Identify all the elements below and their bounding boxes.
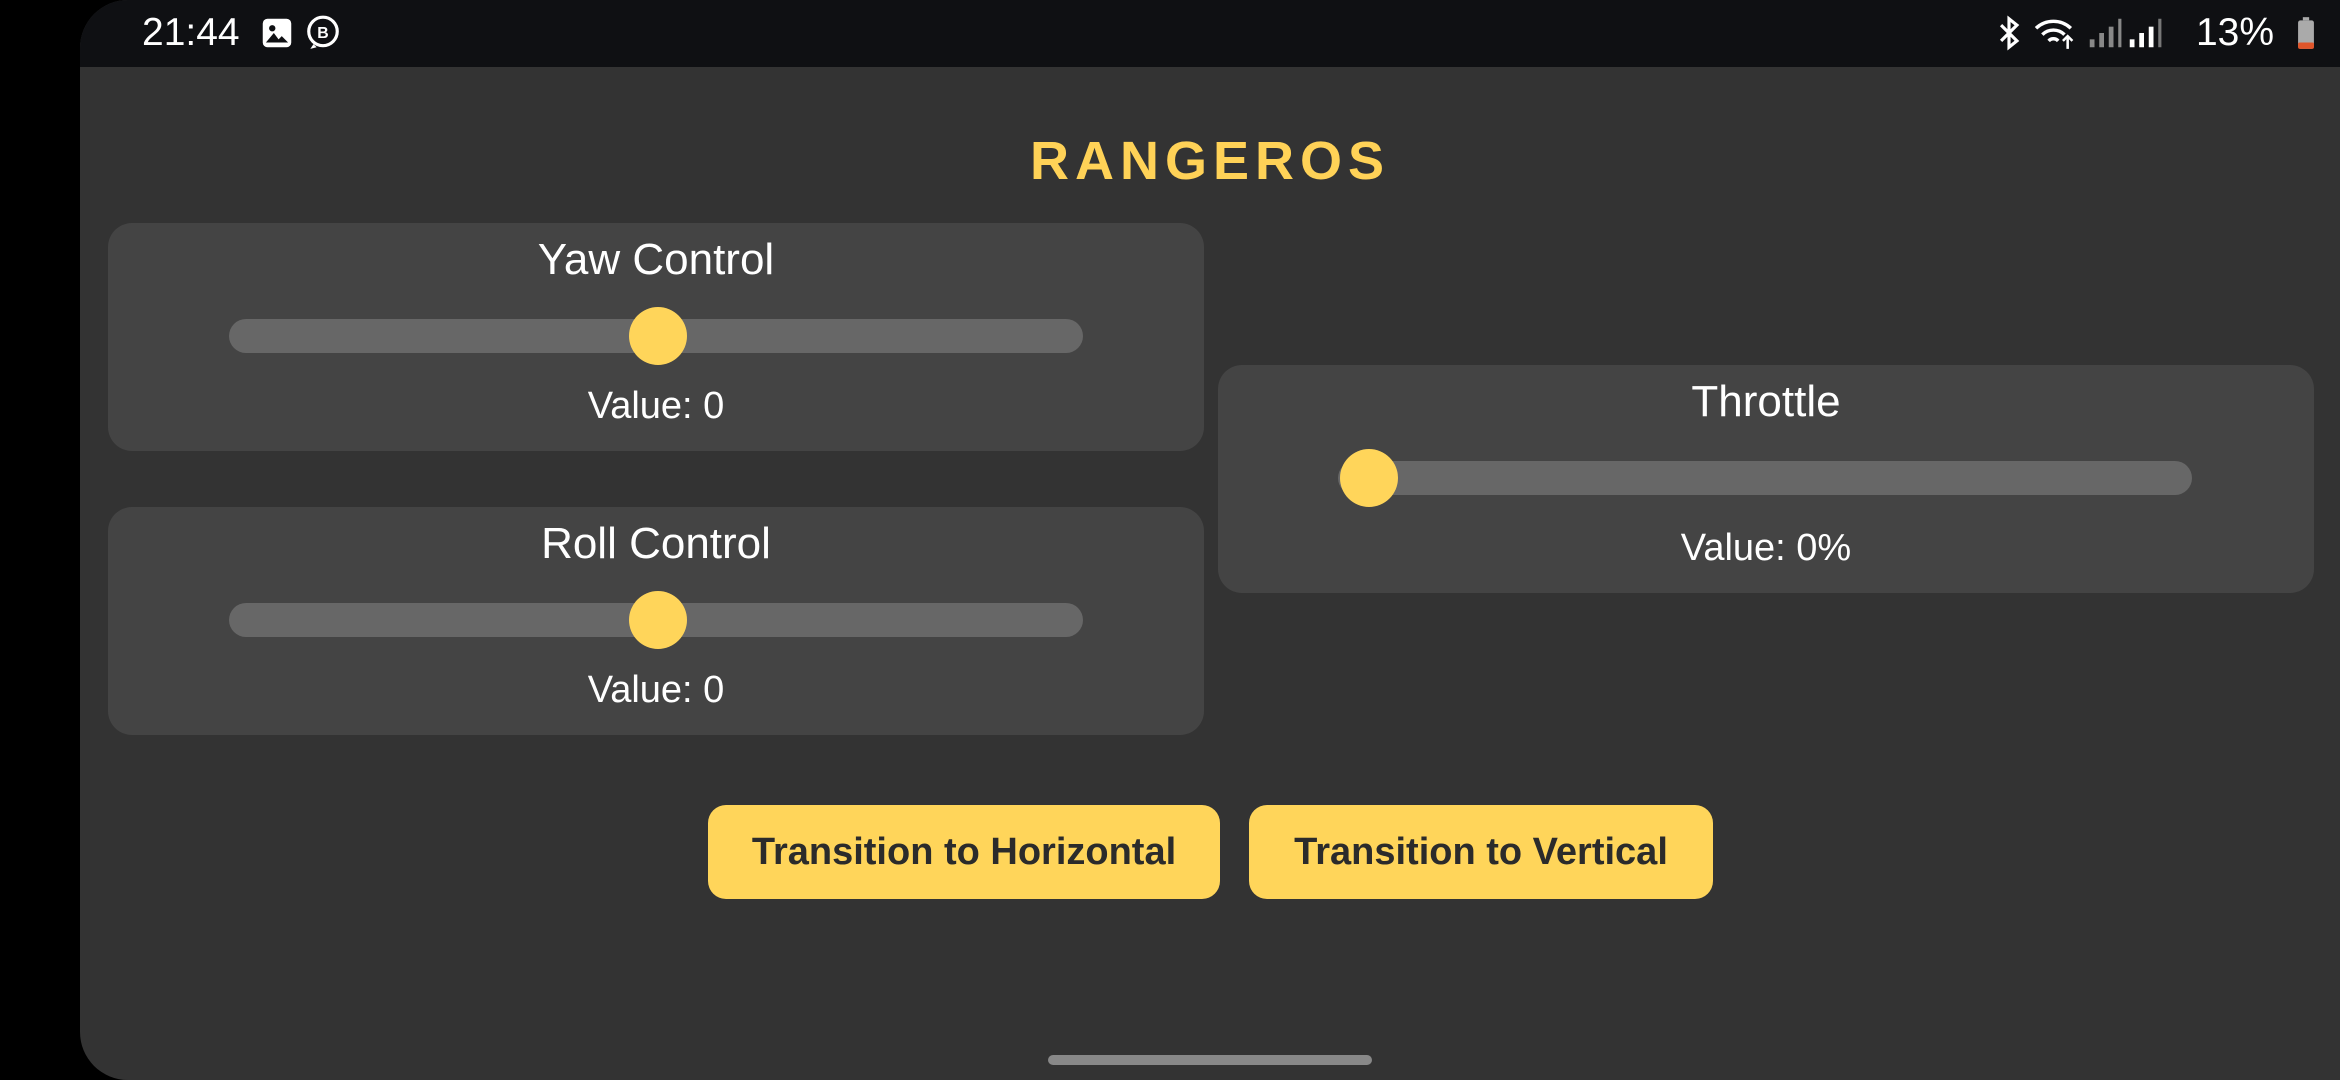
home-indicator[interactable] [1048, 1055, 1372, 1065]
throttle-panel: Throttle Value: 0% [1218, 365, 2314, 593]
roll-control-panel: Roll Control Value: 0 [108, 507, 1204, 735]
roll-value: Value: 0 [587, 669, 725, 711]
throttle-slider-thumb[interactable] [1340, 449, 1398, 507]
transition-vertical-button[interactable]: Transition to Vertical [1249, 805, 1713, 899]
b-circle-icon: B [304, 14, 342, 52]
yaw-slider-thumb[interactable] [629, 307, 687, 365]
yaw-value: Value: 0 [587, 385, 725, 427]
throttle-label: Throttle [1691, 377, 1841, 426]
battery-icon [2294, 14, 2318, 52]
roll-label: Roll Control [541, 519, 771, 568]
roll-slider[interactable] [229, 591, 1083, 649]
yaw-label: Yaw Control [537, 235, 775, 284]
bluetooth-icon [1990, 14, 2028, 52]
status-bar: 21:44 B 13% [80, 0, 2340, 67]
wifi-icon [2032, 14, 2078, 52]
yaw-slider[interactable] [229, 307, 1083, 365]
app-screen: 21:44 B 13% RANGEROS Yaw Control Value: [80, 0, 2340, 1080]
image-icon [258, 14, 296, 52]
transition-horizontal-button[interactable]: Transition to Horizontal [708, 805, 1220, 899]
app-title: RANGEROS [1029, 131, 1391, 191]
signal-icon [2125, 14, 2163, 52]
signal-icon [2085, 14, 2123, 52]
battery-percent: 13% [2195, 11, 2274, 54]
throttle-value: Value: 0% [1680, 527, 1852, 569]
status-time: 21:44 [142, 11, 240, 54]
roll-slider-thumb[interactable] [629, 591, 687, 649]
svg-text:B: B [317, 25, 328, 42]
throttle-slider[interactable] [1338, 449, 2192, 507]
yaw-control-panel: Yaw Control Value: 0 [108, 223, 1204, 451]
